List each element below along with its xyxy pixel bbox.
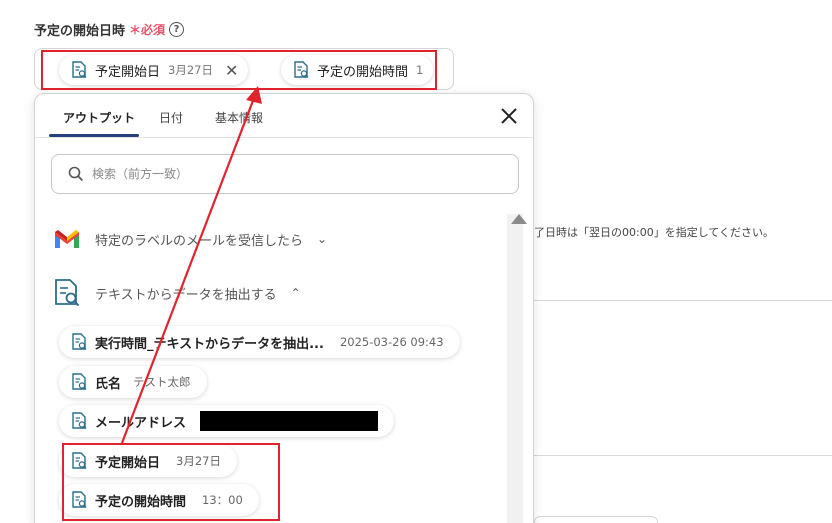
redacted-value [200, 411, 379, 431]
document-search-icon [72, 373, 87, 390]
document-search-icon [72, 452, 87, 469]
item-label: 実行時間_テキストからデータを抽出... [95, 336, 324, 352]
divider [534, 300, 832, 301]
tab-date[interactable]: 日付 [159, 109, 183, 126]
output-item-name[interactable]: 氏名 テスト太郎 [59, 366, 207, 398]
output-item-email[interactable]: メールアドレス [59, 405, 395, 437]
close-icon[interactable] [499, 106, 519, 126]
value-chip-start-date[interactable]: 予定開始日 3月27日 ✕ [59, 55, 249, 85]
search-icon [68, 166, 84, 182]
close-icon[interactable]: ✕ [225, 61, 238, 80]
gmail-icon [55, 230, 79, 248]
divider [534, 455, 832, 456]
item-value: 2025-03-26 09:43 [339, 335, 444, 349]
chip-label: 予定の開始時間 [317, 64, 409, 80]
chip-value: 1 [416, 63, 424, 77]
document-search-icon [72, 412, 87, 429]
document-search-icon [72, 333, 87, 350]
item-label: 氏名 [95, 376, 122, 392]
required-text: 必須 [141, 23, 166, 37]
background-input[interactable] [534, 516, 658, 523]
chip-value: 3月27日 [168, 63, 213, 77]
value-chip-start-time[interactable]: 予定の開始時間 1 [281, 55, 434, 85]
item-value: 3月27日 [176, 454, 221, 468]
output-picker-panel: アウトプット 日付 基本情報 特定のラベルのメールを受信したら ⌄ テキストから… [34, 93, 534, 523]
tab-output[interactable]: アウトプット [63, 109, 135, 126]
search-input[interactable] [92, 167, 472, 181]
section-gmail-trigger[interactable]: 特定のラベルのメールを受信したら ⌄ [53, 228, 327, 250]
item-value: テスト太郎 [133, 375, 191, 389]
search-field[interactable] [51, 154, 519, 194]
help-icon[interactable]: ? [169, 22, 185, 37]
tab-basic-info[interactable]: 基本情報 [215, 109, 263, 126]
output-item-exec-time[interactable]: 実行時間_テキストからデータを抽出... 2025-03-26 09:43 [59, 326, 460, 358]
item-label: 予定の開始時間 [95, 494, 187, 510]
scroll-up-arrow-icon[interactable] [511, 214, 527, 224]
scrollbar[interactable] [507, 214, 523, 523]
output-item-start-date[interactable]: 予定開始日 3月27日 [59, 445, 237, 477]
required-mark: ＊ [129, 23, 142, 37]
section-title: テキストからデータを抽出する [95, 287, 277, 303]
tab-bar: アウトプット 日付 基本情報 [35, 94, 533, 138]
section-title: 特定のラベルのメールを受信したら [95, 233, 304, 249]
document-search-icon [72, 61, 87, 78]
field-label: 予定の開始日時 ＊必須 ? [34, 20, 185, 39]
chip-label: 予定開始日 [95, 64, 161, 80]
section-extract-data[interactable]: テキストからデータを抽出する ⌃ [53, 278, 301, 308]
item-label: 予定開始日 [95, 455, 161, 471]
hint-text: 了日時は「翌日の00:00」を指定してください。 [534, 226, 775, 239]
document-search-icon [294, 61, 309, 78]
item-label: メールアドレス [95, 415, 187, 431]
item-value: 13：00 [202, 493, 243, 507]
required-badge: ＊必須 [129, 21, 165, 38]
start-datetime-input[interactable]: 予定開始日 3月27日 ✕ 予定の開始時間 1 [34, 48, 454, 90]
chevron-down-icon: ⌄ [317, 232, 328, 246]
output-item-start-time[interactable]: 予定の開始時間 13：00 [59, 484, 259, 516]
document-search-icon [72, 491, 87, 508]
chevron-up-icon: ⌃ [290, 286, 301, 300]
active-tab-indicator [49, 134, 139, 137]
document-search-icon [55, 279, 80, 307]
field-label-text: 予定の開始日時 [34, 24, 126, 39]
